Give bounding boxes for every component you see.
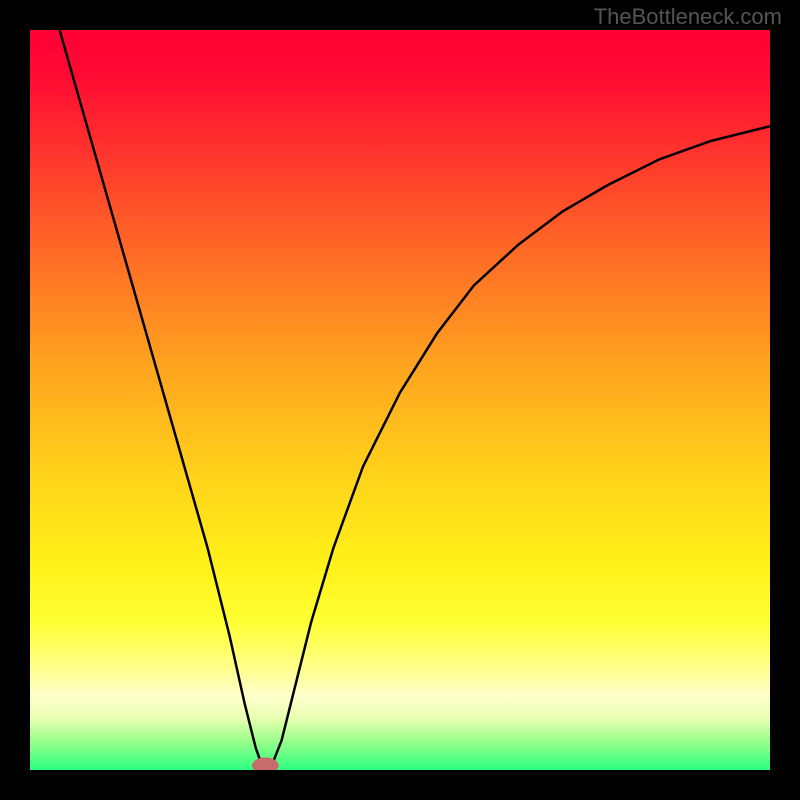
chart-frame	[30, 30, 770, 770]
chart-svg	[30, 30, 770, 770]
chart-background	[30, 30, 770, 770]
watermark-text: TheBottleneck.com	[594, 4, 782, 30]
